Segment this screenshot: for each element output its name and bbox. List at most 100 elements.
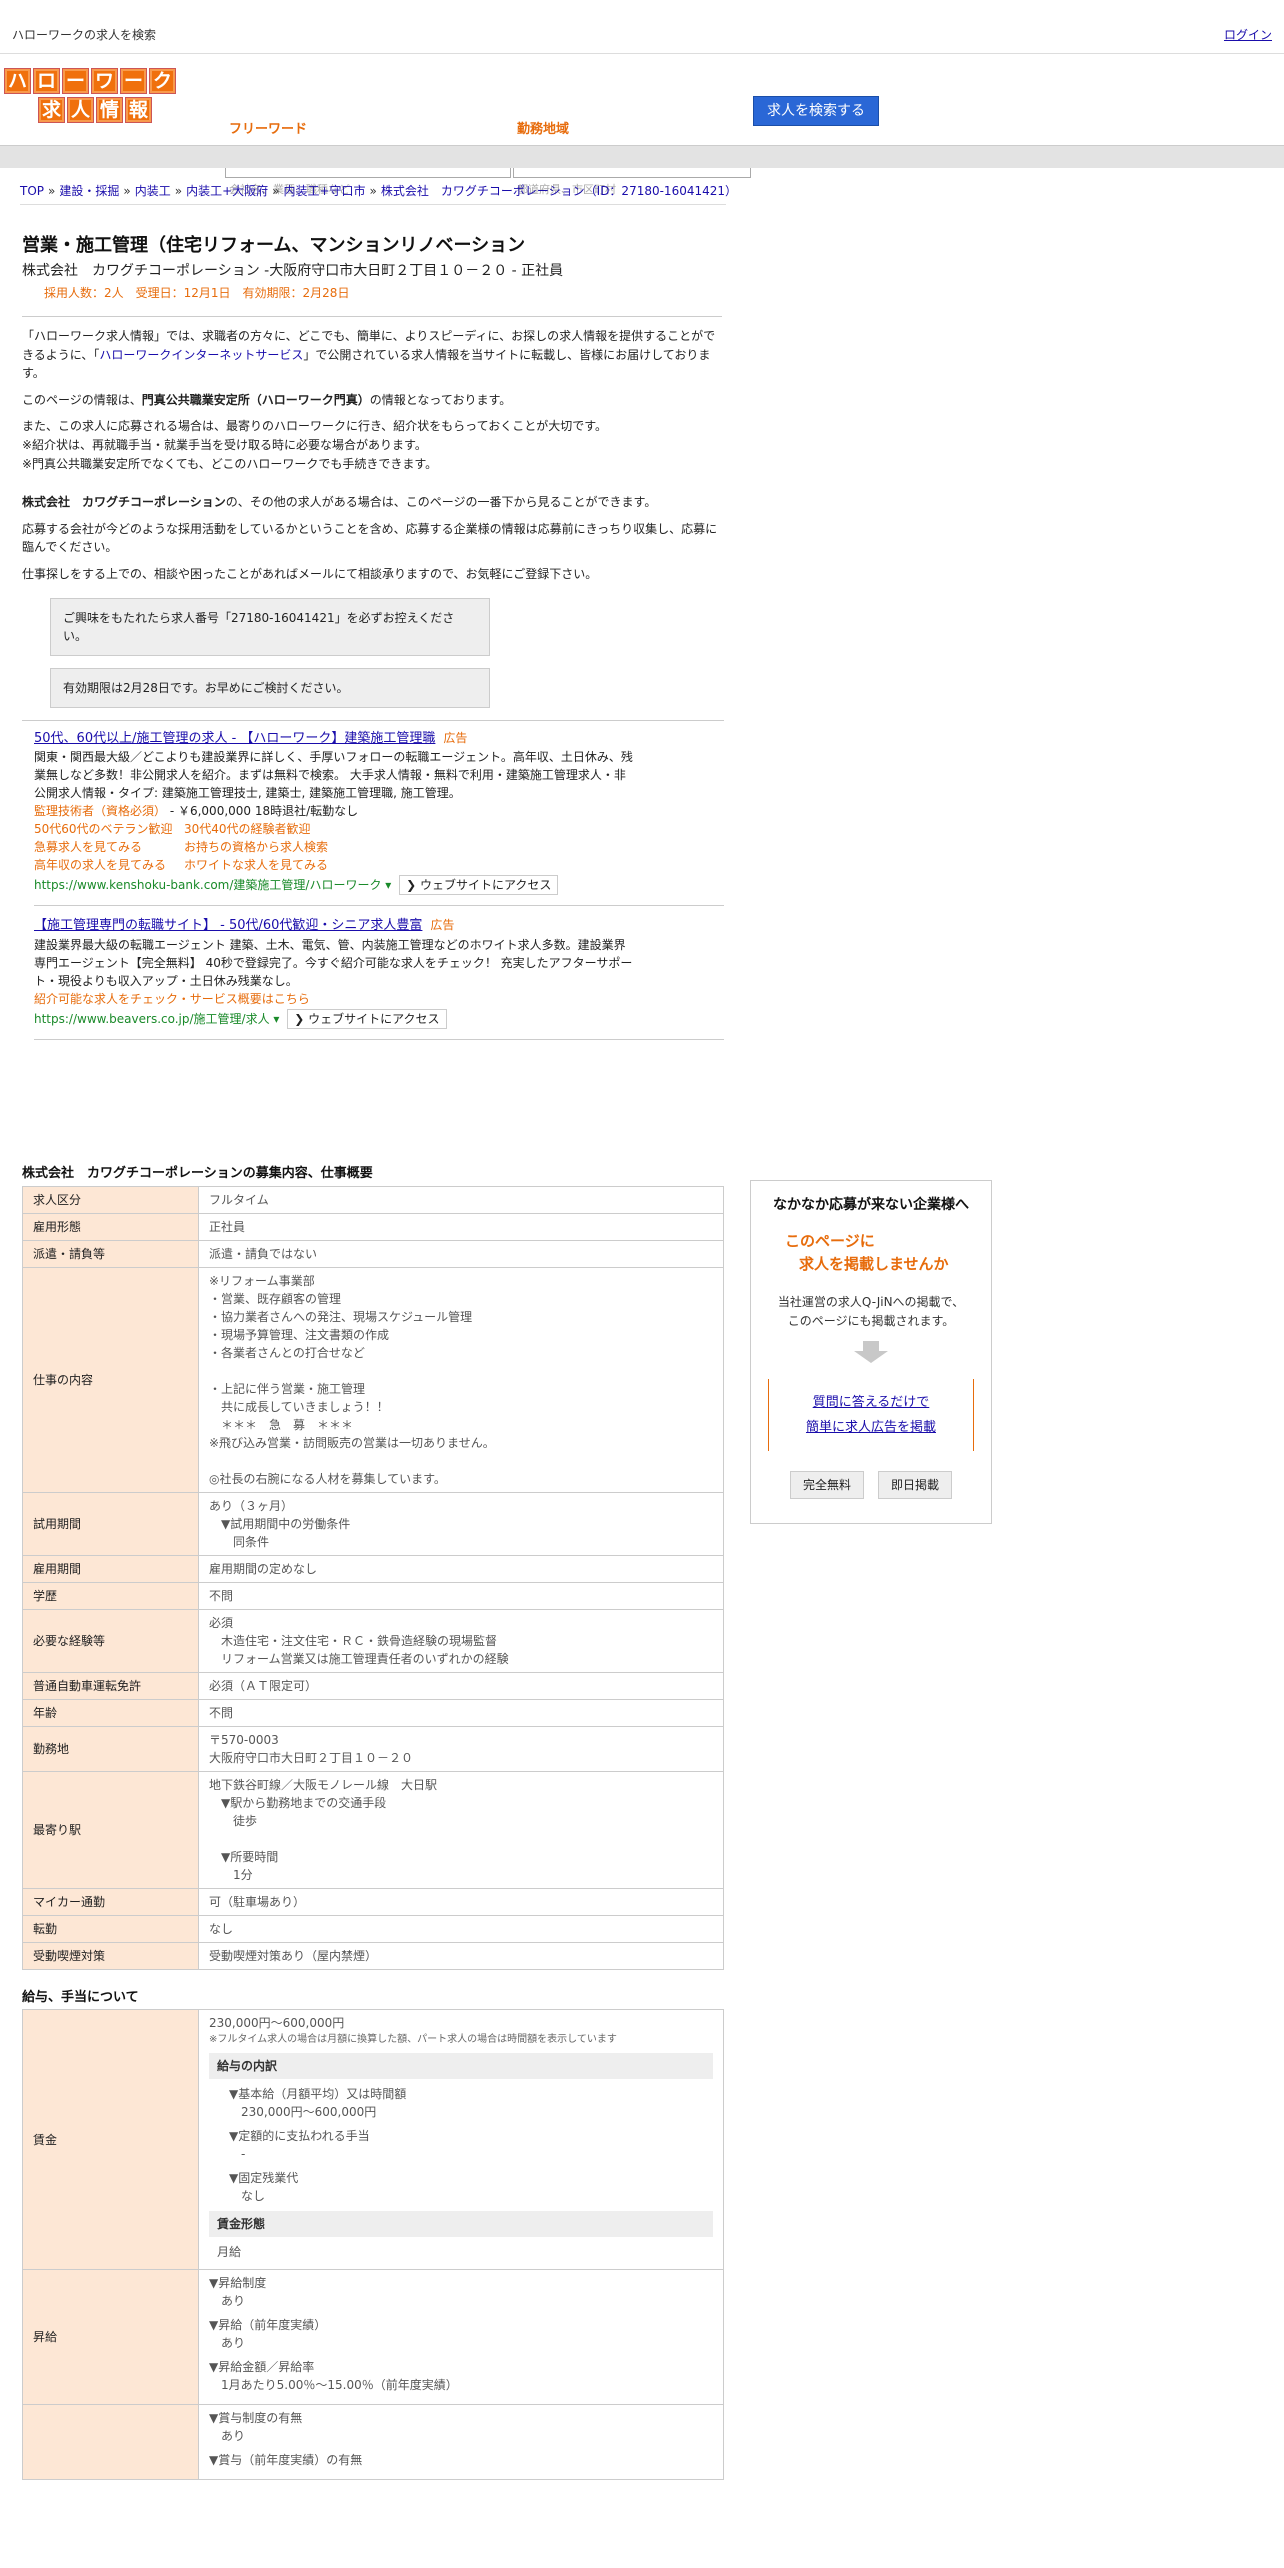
table-row: 最寄り駅 地下鉄谷町線／大阪モノレール線 大日駅 ▼駅から勤務地までの交通手段 徒… (22, 1770, 724, 1889)
promo-desc-line: 当社運営の求人Q-JiNへの掲載で、 (777, 1295, 965, 1309)
ad-sitelink[interactable]: 高年収の求人を見てみる (34, 856, 184, 874)
office-name: 門真公共職業安定所（ハローワーク門真） (141, 392, 370, 407)
table-row: 派遣・請負等 派遣・請負ではない (22, 1239, 724, 1268)
ad-sitelink[interactable]: 急募求人を見てみる (34, 838, 184, 856)
row-key: 試用期間 (22, 1491, 199, 1556)
ad-visit-button[interactable]: ❯ ウェブサイトにアクセス (399, 875, 559, 896)
promo-cta-link[interactable]: 質問に答えるだけで (769, 1391, 973, 1416)
intro-paragraph: 「ハローワーク求人情報」では、求職者の方々に、どこでも、簡単に、よりスピーディに… (22, 327, 722, 383)
ad-block: 50代、60代以上/施工管理の求人 - 【ハローワーク】建築施工管理職 広告 関東… (34, 721, 724, 907)
breadcrumb-separator: » (123, 184, 131, 198)
wage-form-heading: 賃金形態 (209, 2211, 713, 2237)
office-paragraph: このページの情報は、門真公共職業安定所（ハローワーク門真）の情報となっております… (22, 391, 722, 410)
breadcrumb-separator: » (369, 184, 377, 198)
promo-catch-line: 求人を掲載しませんか (799, 1254, 949, 1273)
wage-item: ▼固定残業代 なし (229, 2171, 299, 2203)
promo-catchcopy: このページに 求人を掲載しませんか (751, 1230, 991, 1275)
breadcrumb-separator: » (48, 184, 56, 198)
promo-description: 当社運営の求人Q-JiNへの掲載で、 このページにも掲載されます。 (751, 1293, 991, 1331)
ad-extension[interactable]: 紹介可能な求人をチェック・サービス概要はこちら (34, 990, 724, 1008)
office-text: このページの情報は、 (22, 392, 142, 407)
row-key: 勤務地 (22, 1725, 199, 1772)
table-row: 賃金 230,000円〜600,000円 ※フルタイム求人の場合は月額に換算した… (22, 2009, 724, 2270)
referral-line: ※門真公共職業安定所でなくても、どこのハローワークでも手続きできます。 (22, 456, 438, 471)
breadcrumb-link[interactable]: 内装工 (135, 184, 171, 198)
header: ハローワーク 求人情報 フリーワード 会社名、業種、職種など 勤務地域 都道府県… (0, 54, 1284, 196)
row-value: ▼賞与制度の有無 あり ▼賞与（前年度実績）の有無 (198, 2404, 724, 2480)
breadcrumb: TOP» 建設・採掘» 内装工» 内装工+大阪府» 内装工+守口市» 株式会社 カワグチコ… (20, 182, 737, 200)
ad-sitelink[interactable]: 50代60代のベテラン歓迎 (34, 820, 184, 838)
table-row: 年齢 不問 (22, 1698, 724, 1727)
ad-extension-label[interactable]: 監理技術者（資格必須） (34, 804, 166, 818)
breadcrumb-divider (20, 204, 726, 205)
table-row: 雇用期間 雇用期間の定めなし (22, 1554, 724, 1583)
table-row: 勤務地 〒570-0003 大阪府守口市大日町２丁目１０－２０ (22, 1725, 724, 1772)
breadcrumb-separator: » (174, 184, 183, 198)
arrow-down-icon (854, 1341, 888, 1365)
job-number-notice: ご興味をもたれたら求人番号「27180-16041421」を必ずお控えください。 (50, 597, 490, 656)
login-link[interactable]: ログイン (1224, 26, 1272, 44)
row-value: 受動喫煙対策あり（屋内禁煙） (198, 1941, 724, 1970)
breadcrumb-link[interactable]: 内装工+大阪府 (186, 184, 268, 198)
table-row: 仕事の内容 ※リフォーム事業部 ・営業、既存顧客の管理 ・協力業者さんへの発注、現… (22, 1266, 724, 1493)
free-badge: 完全無料 (789, 1471, 864, 1500)
ad-url[interactable]: https://www.beavers.co.jp/施工管理/求人 (34, 1012, 270, 1026)
raise-item: ▼昇給金額／昇給率 1月あたり5.00％〜15.00％（前年度実績） (209, 2360, 458, 2392)
logo-char: ロ (33, 68, 60, 94)
logo-char: 求 (38, 97, 65, 123)
row-value: 雇用期間の定めなし (198, 1554, 724, 1583)
table-row: 求人区分 フルタイム (22, 1185, 724, 1214)
logo-char: ー (120, 68, 147, 94)
same-day-badge: 即日掲載 (878, 1471, 953, 1500)
breadcrumb-link[interactable]: 内装工+守口市 (283, 184, 365, 198)
ad-sitelink[interactable]: お持ちの資格から求人検索 (184, 838, 384, 856)
logo-char: ク (149, 68, 176, 94)
ad-sitelinks: 50代60代のベテラン歓迎 30代40代の経験者歓迎 急募求人を見てみる お持ち… (34, 820, 724, 874)
logo-char: 人 (67, 97, 94, 123)
row-value: ※リフォーム事業部 ・営業、既存顧客の管理 ・協力業者さんへの発注、現場スケジュ… (198, 1266, 724, 1493)
search-button[interactable]: 求人を検索する (753, 96, 879, 126)
row-key: 普通自動車運転免許 (22, 1671, 199, 1700)
ad-badge: 広告 (430, 918, 455, 933)
job-title: 営業・施工管理（住宅リフォーム、マンションリノベーション (22, 235, 526, 256)
referral-line: また、この求人に応募される場合は、最寄りのハローワークに行き、紹介状をもらってお… (22, 419, 608, 434)
row-value: 可（駐車場あり） (198, 1887, 724, 1916)
row-key: 最寄り駅 (22, 1770, 199, 1889)
referral-paragraph: また、この求人に応募される場合は、最寄りのハローワークに行き、紹介状をもらってお… (22, 417, 722, 473)
ad-url[interactable]: https://www.kenshoku-bank.com/建築施工管理/ハロー… (34, 878, 381, 892)
promo-heading: なかなか応募が来ない企業様へ (773, 1197, 969, 1213)
promo-catch-line: このページに (785, 1232, 875, 1250)
site-logo[interactable]: ハローワーク 求人情報 (4, 68, 180, 126)
row-key: 学歴 (22, 1581, 199, 1610)
ad-sitelink[interactable]: 30代40代の経験者歓迎 (184, 820, 384, 838)
wage-note: ※フルタイム求人の場合は月額に換算した額、パート求人の場合は時間額を表示していま… (209, 2034, 617, 2045)
raise-item: ▼昇給制度 あり (209, 2276, 267, 2308)
freeword-label: フリーワード (229, 122, 308, 137)
breadcrumb-separator: » (272, 184, 280, 198)
row-key: 受動喫煙対策 (22, 1941, 199, 1970)
ad-extension-value: - ￥6,000,000 18時退社/転勤なし (166, 804, 359, 819)
row-key: 仕事の内容 (22, 1266, 199, 1493)
ad-sitelink[interactable]: ホワイトな求人を見てみる (184, 856, 384, 874)
table-row: 転勤 なし (22, 1914, 724, 1943)
breadcrumb-link[interactable]: 株式会社 カワグチコーポレーション（ID：27180-16041421） (381, 184, 737, 198)
logo-char: 情 (96, 97, 123, 123)
breadcrumb-link[interactable]: TOP (20, 184, 44, 198)
breadcrumb-link[interactable]: 建設・採掘 (59, 184, 119, 198)
logo-char: 報 (125, 97, 152, 123)
hellowork-internet-link[interactable]: ハローワークインターネットサービス (99, 348, 303, 362)
ad-title-link[interactable]: 50代、60代以上/施工管理の求人 - 【ハローワーク】建築施工管理職 (34, 731, 435, 746)
main-content: 営業・施工管理（住宅リフォーム、マンションリノベーション 株式会社 カワグチコー… (22, 232, 724, 1040)
row-key: 昇給 (22, 2269, 199, 2405)
promo-cta-link[interactable]: 簡単に求人広告を掲載 (769, 1416, 973, 1441)
table-row: 普通自動車運転免許 必須（ＡＴ限定可） (22, 1671, 724, 1700)
ad-title-link[interactable]: 【施工管理専門の転職サイト】 - 50代/60代歓迎・シニア求人豊富 (34, 918, 422, 933)
ad-visit-button[interactable]: ❯ ウェブサイトにアクセス (287, 1008, 447, 1029)
wage-item: ▼定額的に支払われる手当 - (229, 2129, 370, 2161)
logo-char: ワ (91, 68, 118, 94)
row-key: 年齢 (22, 1698, 199, 1727)
row-key (22, 2404, 199, 2480)
row-value: ▼昇給制度 あり ▼昇給（前年度実績） あり ▼昇給金額／昇給率 1月あたり5.… (198, 2269, 724, 2405)
job-meta: 採用人数：2人 受理日：12月1日 有効期限：2月28日 (44, 286, 350, 300)
consult-paragraph: 仕事探しをする上での、相談や困ったことがあればメールにて相談承りますので、お気軽… (22, 566, 598, 581)
